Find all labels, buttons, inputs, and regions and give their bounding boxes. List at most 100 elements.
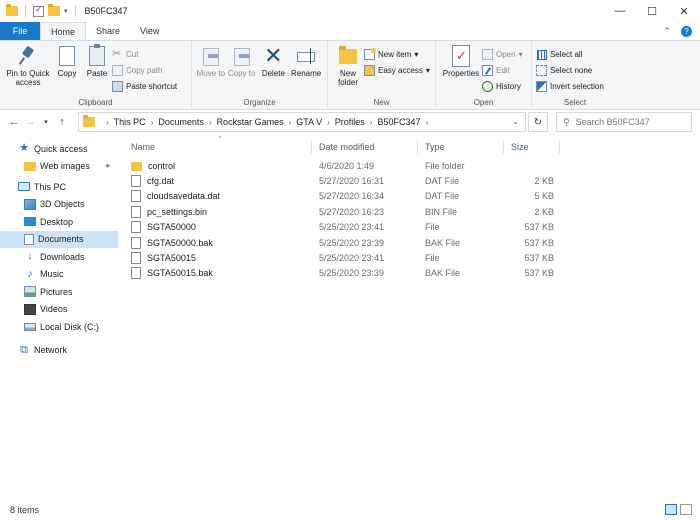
- nav-item-pictures[interactable]: Pictures: [0, 283, 118, 301]
- column-header-size[interactable]: Size: [504, 140, 560, 154]
- breadcrumb-gta-v[interactable]: GTA V: [296, 117, 322, 127]
- file-row[interactable]: SGTA50015 5/25/2020 23:41 File 537 KB: [124, 250, 574, 265]
- breadcrumb-documents[interactable]: Documents: [158, 117, 204, 127]
- file-size: 2 KB: [534, 206, 554, 217]
- tab-home[interactable]: Home: [40, 22, 87, 40]
- select-none-button[interactable]: Select none: [536, 63, 604, 77]
- nav-item-local-disk[interactable]: Local Disk (C:): [0, 318, 118, 336]
- nav-label: Documents: [38, 234, 84, 245]
- history-button[interactable]: History: [482, 79, 523, 93]
- picture-icon: [24, 286, 36, 298]
- delete-x-icon: ✕: [264, 43, 283, 68]
- up-arrow-icon[interactable]: ↑: [54, 116, 70, 128]
- easy-access-dropdown-chevron-icon: ▾: [425, 65, 430, 75]
- paste-label: Paste: [86, 69, 108, 78]
- tab-share[interactable]: Share: [86, 22, 130, 40]
- breadcrumb-this-pc[interactable]: This PC: [114, 117, 146, 127]
- column-header-type[interactable]: Type: [418, 140, 504, 154]
- nav-label: Pictures: [40, 286, 73, 297]
- breadcrumb-b50fc347[interactable]: B50FC347: [377, 117, 420, 127]
- open-button[interactable]: Open ▾: [482, 47, 523, 61]
- search-box[interactable]: ⚲ Search B50FC347: [556, 112, 692, 132]
- breadcrumb: › This PC › Documents › Rockstar Games ›…: [101, 117, 433, 127]
- edit-button[interactable]: Edit: [482, 63, 523, 77]
- folder-icon: [24, 161, 36, 171]
- forward-arrow-icon[interactable]: →: [22, 116, 38, 128]
- paste-shortcut-button[interactable]: Paste shortcut: [112, 79, 177, 93]
- copy-label: Copy: [57, 69, 77, 78]
- new-folder-icon[interactable]: [48, 4, 60, 16]
- file-size: 537 KB: [524, 222, 554, 233]
- details-view-icon[interactable]: [665, 504, 677, 515]
- collapse-ribbon-chevron-icon[interactable]: ⌃: [663, 26, 671, 37]
- recent-locations-chevron-icon[interactable]: ▾: [38, 118, 54, 126]
- file-name: cloudsavedata.dat: [147, 191, 221, 202]
- maximize-button[interactable]: ☐: [636, 0, 668, 22]
- copy-path-icon: [112, 64, 123, 76]
- file-date: 5/25/2020 23:41: [319, 222, 385, 233]
- invert-selection-button[interactable]: Invert selection: [536, 79, 604, 93]
- nav-item-documents[interactable]: Documents: [0, 230, 118, 248]
- nav-item-3d-objects[interactable]: 3D Objects: [0, 196, 118, 214]
- nav-item-quick-access[interactable]: ★ Quick access: [0, 140, 118, 158]
- new-group-label: New: [373, 98, 390, 107]
- desktop-icon: [24, 217, 36, 227]
- nav-label: Desktop: [40, 216, 74, 227]
- ribbon-controls: ⌃ ?: [663, 26, 692, 37]
- quick-access-toolbar: ▾: [0, 4, 79, 17]
- select-all-button[interactable]: Select all: [536, 47, 604, 61]
- breadcrumb-separator-icon: ›: [327, 117, 330, 127]
- large-icons-view-icon[interactable]: [680, 504, 692, 515]
- divider: [74, 5, 76, 17]
- computer-icon: [18, 182, 30, 192]
- tab-view[interactable]: View: [130, 22, 169, 40]
- pin-quick-access-label: Pin to Quick access: [6, 69, 50, 87]
- breadcrumb-profiles[interactable]: Profiles: [335, 117, 365, 127]
- address-bar[interactable]: › This PC › Documents › Rockstar Games ›…: [78, 112, 526, 132]
- copy-path-button[interactable]: Copy path: [112, 63, 177, 77]
- file-row[interactable]: cfg.dat 5/27/2020 16:31 DAT File 2 KB: [124, 173, 574, 188]
- organize-group: Move to Copy to ✕ Delete Rename Organize: [192, 41, 328, 109]
- search-input[interactable]: Search B50FC347: [576, 117, 650, 127]
- column-header-date-modified[interactable]: Date modified: [312, 140, 418, 154]
- file-date: 5/27/2020 16:31: [319, 176, 385, 187]
- music-note-icon: ♪: [27, 267, 33, 280]
- nav-item-network[interactable]: ⧉ Network: [0, 342, 118, 360]
- customize-toolbar-chevron-icon[interactable]: ▾: [64, 7, 68, 15]
- file-row[interactable]: SGTA50000.bak 5/25/2020 23:39 BAK File 5…: [124, 235, 574, 250]
- cut-button[interactable]: Cut: [112, 47, 177, 61]
- network-icon: ⧉: [20, 343, 28, 356]
- nav-label: Local Disk (C:): [40, 321, 100, 332]
- close-button[interactable]: ✕: [668, 0, 700, 22]
- pin-icon: [17, 45, 39, 67]
- nav-item-downloads[interactable]: ↓ Downloads: [0, 248, 118, 266]
- nav-item-music[interactable]: ♪ Music: [0, 266, 118, 284]
- file-row[interactable]: SGTA50015.bak 5/25/2020 23:39 BAK File 5…: [124, 266, 574, 281]
- refresh-icon[interactable]: ↻: [528, 112, 548, 132]
- nav-item-web-images[interactable]: Web images ✦: [0, 158, 118, 176]
- properties-icon[interactable]: [33, 4, 44, 17]
- back-arrow-icon[interactable]: ←: [6, 116, 22, 128]
- easy-access-button[interactable]: Easy access ▾: [364, 63, 430, 77]
- new-item-button[interactable]: New item ▾: [364, 47, 430, 61]
- properties-label: Properties: [442, 69, 480, 78]
- help-icon[interactable]: ?: [681, 26, 692, 37]
- nav-label: This PC: [34, 181, 67, 192]
- address-dropdown-chevron-icon[interactable]: ⌄: [512, 117, 519, 126]
- tab-file[interactable]: File: [0, 22, 40, 40]
- folder-icon: [6, 4, 18, 16]
- breadcrumb-rockstar-games[interactable]: Rockstar Games: [217, 117, 284, 127]
- file-row[interactable]: pc_settings.bin 5/27/2020 16:23 BIN File…: [124, 204, 574, 219]
- file-row[interactable]: cloudsavedata.dat 5/27/2020 16:34 DAT Fi…: [124, 189, 574, 204]
- nav-item-this-pc[interactable]: This PC: [0, 178, 118, 196]
- delete-label: Delete: [261, 69, 285, 78]
- easy-access-icon: [364, 64, 375, 76]
- new-item-label: New item: [378, 49, 412, 59]
- file-row[interactable]: SGTA50000 5/25/2020 23:41 File 537 KB: [124, 220, 574, 235]
- nav-item-videos[interactable]: Videos: [0, 301, 118, 319]
- minimize-button[interactable]: —: [604, 0, 636, 22]
- nav-item-desktop[interactable]: Desktop: [0, 213, 118, 231]
- breadcrumb-separator-icon: ›: [106, 117, 109, 127]
- search-icon: ⚲: [563, 116, 570, 127]
- file-row[interactable]: control 4/6/2020 1:49 File folder: [124, 158, 574, 173]
